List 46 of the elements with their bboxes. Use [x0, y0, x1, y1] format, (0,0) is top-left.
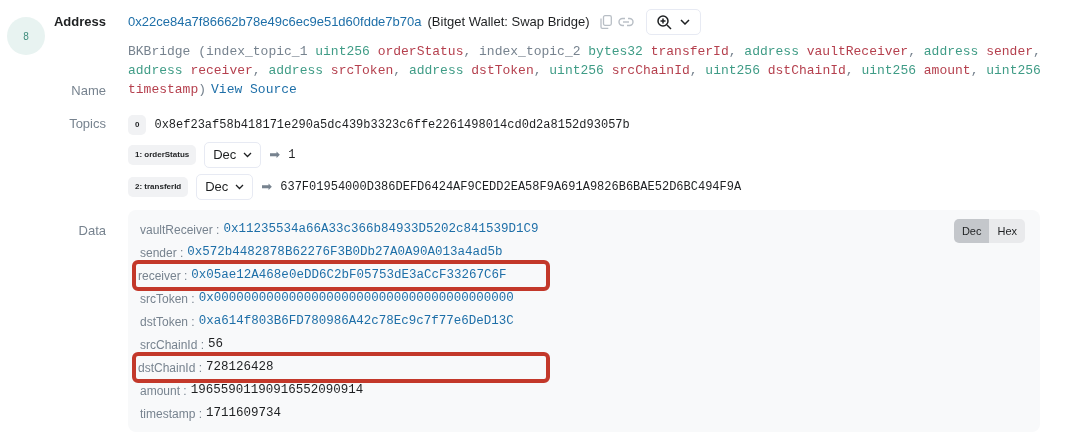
topic-badge: 1: orderStatus	[128, 145, 197, 165]
data-value: 0x05ae12A468e0eDD6C2bF05753dE3aCcF33267C6F	[191, 267, 507, 285]
link-icon[interactable]	[617, 16, 634, 28]
topic-value: 637F01954000D386DEFD6424AF9CEDD2EA58F9A691A9826B6BAE52D6BC494F9A	[280, 179, 742, 196]
arrow-icon: ➡	[269, 145, 281, 165]
topic-badge: 2: transferId	[128, 177, 189, 197]
chevron-down-icon	[679, 19, 690, 25]
data-key: amount :	[140, 381, 187, 400]
data-key: sender :	[140, 243, 184, 262]
data-value: 0x0000000000000000000000000000000000000000	[198, 290, 514, 308]
data-key: srcChainId :	[140, 335, 205, 354]
data-value: 1711609734	[206, 405, 282, 423]
zoom-in-icon	[656, 14, 672, 30]
view-source-link[interactable]: View Source	[211, 82, 297, 97]
topic-badge: 0	[128, 115, 147, 135]
data-key: timestamp :	[140, 404, 202, 423]
field-label: Data	[77, 222, 107, 240]
event-signature: BKBridge (index_topic_1 uint256 orderStatus, index_topic_2 bytes32 transferId, address vaultReceiver, address sender, address receiver, address srcToken, address dstToken, uint256 srcChainId, uint256 dstChainId, uint256 amount, uint256 timestamp) View Source	[128, 43, 1042, 99]
field-label: Topics	[68, 115, 107, 133]
address-link[interactable]: 0x22ce84a7f86662b78e49c6ec9e51d60fdde7b70a	[128, 12, 422, 32]
format-select[interactable]: Dec	[196, 174, 254, 200]
data-key: srcToken :	[140, 289, 195, 308]
format-toggle[interactable]: Hex	[989, 219, 1025, 243]
data-value: 19655901190916552090914	[190, 382, 364, 400]
data-value: 0x11235534a66A33c366b84933D5202c841539D1C9	[223, 221, 539, 239]
topic-value: 1	[288, 147, 296, 164]
data-value: 728126428	[206, 359, 274, 377]
data-value: 0x572b4482878B62276F3B0Db27A0A90A013a4ad5b	[187, 244, 503, 262]
copy-icon[interactable]	[599, 15, 612, 29]
log-index-badge: 8	[7, 17, 45, 55]
data-value: 56	[208, 336, 224, 354]
address-tag: (Bitget Wallet: Swap Bridge)	[427, 12, 590, 32]
zoom-dropdown[interactable]	[645, 9, 701, 35]
data-key: dstChainId :	[138, 358, 203, 377]
arrow-icon: ➡	[261, 177, 273, 197]
chevron-down-icon	[243, 152, 253, 158]
chevron-down-icon	[235, 184, 245, 190]
data-value: 0xa614f803B6FD780986A42c78Ec9c7f77e6DeD13C	[198, 313, 514, 331]
field-label: Address	[52, 13, 107, 31]
data-key: vaultReceiver :	[140, 220, 220, 239]
data-key: receiver :	[138, 266, 188, 285]
format-toggle[interactable]: Dec	[953, 219, 990, 243]
topic-value: 0x8ef23af58b418171e290a5dc439b3323c6ffe2261498014cd0d2a8152d93057b	[154, 117, 630, 134]
format-select[interactable]: Dec	[204, 142, 262, 168]
field-label: Name	[70, 81, 107, 100]
data-key: dstToken :	[140, 312, 195, 331]
